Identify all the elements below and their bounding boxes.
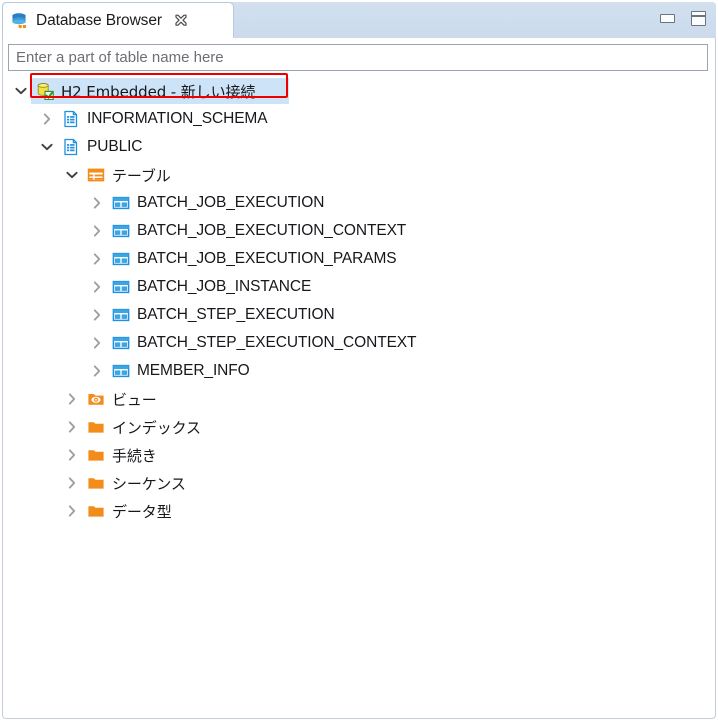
tree-row[interactable]: BATCH_STEP_EXECUTION_CONTEXT [3,329,715,357]
chevron-down-icon[interactable] [39,139,55,155]
tree-row[interactable]: シーケンス [3,469,715,497]
tree-row[interactable]: データ型 [3,497,715,525]
tree-node-label: ビュー [112,390,157,409]
chevron-right-icon[interactable] [64,391,80,407]
tree-node-label: BATCH_STEP_EXECUTION [137,306,335,323]
chevron-right-icon[interactable] [64,475,80,491]
tree-row[interactable]: BATCH_JOB_EXECUTION [3,189,715,217]
table-name-filter-input[interactable]: Enter a part of table name here [8,44,708,71]
tree-row[interactable]: BATCH_STEP_EXECUTION [3,301,715,329]
chevron-right-icon[interactable] [89,223,105,239]
tree-node-label: BATCH_JOB_EXECUTION_PARAMS [137,250,397,267]
chevron-right-icon[interactable] [89,335,105,351]
chevron-right-icon[interactable] [89,307,105,323]
chevron-right-icon[interactable] [64,419,80,435]
tree-row[interactable]: H2 Embedded - 新しい接続 [3,77,715,105]
tree-row[interactable]: BATCH_JOB_INSTANCE [3,273,715,301]
tab-title: Database Browser [36,11,162,29]
tree-row[interactable]: 手続き [3,441,715,469]
tree-row[interactable]: PUBLIC [3,133,715,161]
tree-node-label: インデックス [112,418,201,437]
chevron-right-icon[interactable] [64,503,80,519]
database-browser-view: Database Browser Enter a part of table n… [0,0,718,721]
tree-node-label: データ型 [112,502,172,521]
window-controls [660,11,706,26]
maximize-icon[interactable] [691,11,706,26]
tree-node-label: BATCH_STEP_EXECUTION_CONTEXT [137,334,417,351]
folder-icon [87,446,105,464]
table-icon [112,194,130,212]
tree-row[interactable]: BATCH_JOB_EXECUTION_CONTEXT [3,217,715,245]
tree-row[interactable]: MEMBER_INFO [3,357,715,385]
tab-strip: Database Browser [2,2,716,38]
table-icon [112,278,130,296]
tree-row[interactable]: ビュー [3,385,715,413]
chevron-right-icon[interactable] [89,363,105,379]
chevron-right-icon[interactable] [89,195,105,211]
chevron-right-icon[interactable] [39,111,55,127]
tree-node-label: 手続き [112,446,157,465]
chevron-right-icon[interactable] [89,251,105,267]
tree-node-label: BATCH_JOB_EXECUTION_CONTEXT [137,222,407,239]
folder-icon [87,474,105,492]
tree-node-label: H2 Embedded - 新しい接続 [61,82,256,101]
chevron-down-icon[interactable] [13,83,29,99]
tree-node-label: INFORMATION_SCHEMA [87,110,268,127]
table-icon [112,334,130,352]
table-icon [112,306,130,324]
folder-icon [87,418,105,436]
tree-node-label: シーケンス [112,474,186,493]
table-icon [112,250,130,268]
tables-folder-icon [87,166,105,184]
tree-node-label: BATCH_JOB_EXECUTION [137,194,325,211]
chevron-down-icon[interactable] [64,167,80,183]
views-folder-icon [87,390,105,408]
close-icon[interactable] [173,13,189,29]
tab-database-browser[interactable]: Database Browser [2,2,234,38]
minimize-icon[interactable] [660,14,675,23]
database-tree[interactable]: H2 Embedded - 新しい接続 INFORMATION_SCHEMA PUB… [3,77,715,718]
tree-node-label: BATCH_JOB_INSTANCE [137,278,312,295]
tree-row[interactable]: インデックス [3,413,715,441]
view-body: Enter a part of table name here H2 Embed… [2,38,716,719]
tree-row[interactable]: INFORMATION_SCHEMA [3,105,715,133]
tree-row[interactable]: BATCH_JOB_EXECUTION_PARAMS [3,245,715,273]
tree-node-label: テーブル [112,166,171,185]
table-icon [112,222,130,240]
tree-node-label: MEMBER_INFO [137,362,250,379]
chevron-right-icon[interactable] [89,279,105,295]
database-stack-icon [11,12,29,30]
tree-node-label: PUBLIC [87,138,143,155]
schema-icon [62,138,80,156]
database-connected-icon [36,82,54,101]
table-icon [112,362,130,380]
schema-icon [62,110,80,128]
tree-row[interactable]: テーブル [3,161,715,189]
folder-icon [87,502,105,520]
filter-placeholder: Enter a part of table name here [16,49,224,66]
chevron-right-icon[interactable] [64,447,80,463]
